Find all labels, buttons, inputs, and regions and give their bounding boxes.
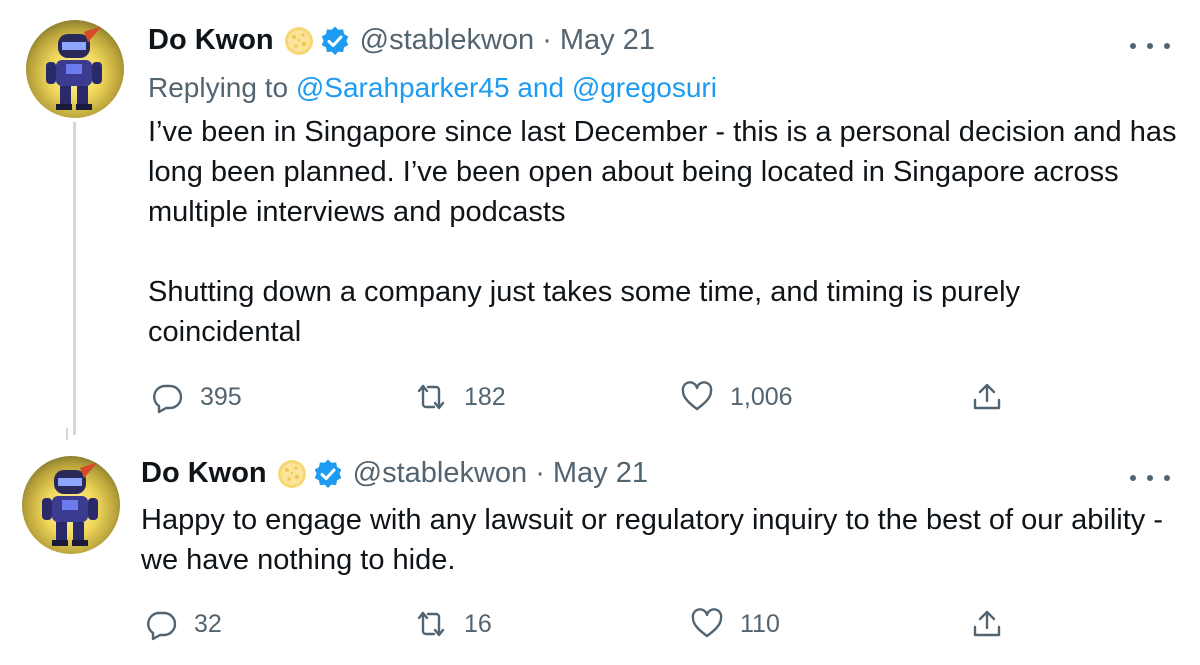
tweet-header: Do Kwon @stablekwon · May 21 bbox=[148, 24, 655, 57]
author-handle[interactable]: @stablekwon bbox=[353, 457, 528, 490]
reply-button[interactable]: 32 bbox=[144, 607, 222, 641]
reply-count: 32 bbox=[194, 609, 222, 638]
mention-link[interactable]: @Sarahparker45 bbox=[296, 72, 510, 103]
author-name[interactable]: Do Kwon bbox=[148, 24, 274, 57]
tweet-text: I’ve been in Singapore since last Decemb… bbox=[148, 116, 1177, 348]
separator-dot: · bbox=[542, 24, 552, 56]
robot-avatar-icon bbox=[42, 462, 98, 546]
coin-emoji-icon bbox=[284, 26, 314, 56]
share-icon bbox=[973, 610, 1001, 637]
retweet-count: 16 bbox=[464, 609, 492, 638]
heart-icon bbox=[681, 381, 713, 411]
retweet-button[interactable]: 182 bbox=[414, 380, 506, 414]
share-button[interactable] bbox=[970, 380, 1020, 414]
tweet-text: Happy to engage with any lawsuit or regu… bbox=[141, 504, 1163, 576]
reply-count: 395 bbox=[200, 382, 242, 411]
tweet-header: Do Kwon @stablekwon · May 21 bbox=[141, 457, 648, 490]
share-button[interactable] bbox=[970, 607, 1020, 641]
verified-badge-icon bbox=[320, 25, 350, 56]
like-button[interactable]: 1,006 bbox=[680, 380, 793, 414]
replying-to-prefix: Replying to bbox=[148, 72, 289, 103]
retweet-button[interactable]: 16 bbox=[414, 607, 492, 641]
reply-icon bbox=[147, 611, 177, 641]
avatar[interactable] bbox=[22, 456, 120, 554]
like-count: 1,006 bbox=[730, 382, 793, 411]
mention-link[interactable]: @gregosuri bbox=[572, 72, 717, 103]
like-button[interactable]: 110 bbox=[690, 607, 780, 641]
heart-icon bbox=[691, 608, 723, 638]
tweet[interactable]: Do Kwon @stablekwon · May 21 Happy to en… bbox=[0, 440, 1200, 665]
retweet-count: 182 bbox=[464, 382, 506, 411]
coin-emoji-icon bbox=[277, 459, 307, 489]
reply-icon bbox=[153, 384, 183, 414]
tweet[interactable]: Do Kwon @stablekwon · May 21 Replying to… bbox=[0, 0, 1200, 440]
tweet-date[interactable]: May 21 bbox=[553, 457, 648, 490]
robot-avatar-icon bbox=[46, 26, 102, 110]
reply-button[interactable]: 395 bbox=[150, 380, 242, 414]
share-icon bbox=[973, 383, 1001, 410]
mention-joiner[interactable]: and bbox=[517, 72, 564, 103]
avatar[interactable] bbox=[26, 20, 124, 118]
like-count: 110 bbox=[740, 609, 780, 638]
separator-dot: · bbox=[535, 457, 545, 489]
author-handle[interactable]: @stablekwon bbox=[360, 24, 535, 57]
more-options-icon[interactable] bbox=[1130, 468, 1170, 488]
thread-connector-tick bbox=[66, 428, 68, 440]
replying-to: Replying to @Sarahparker45 and @gregosur… bbox=[148, 72, 717, 104]
tweet-actions: 395 182 1,006 bbox=[0, 380, 1200, 420]
retweet-icon bbox=[417, 384, 445, 410]
tweet-date[interactable]: May 21 bbox=[560, 24, 655, 57]
tweet-actions: 32 16 110 bbox=[0, 607, 1200, 647]
verified-badge-icon bbox=[313, 458, 343, 489]
more-options-icon[interactable] bbox=[1130, 36, 1170, 56]
author-name[interactable]: Do Kwon bbox=[141, 457, 267, 490]
retweet-icon bbox=[417, 611, 445, 637]
